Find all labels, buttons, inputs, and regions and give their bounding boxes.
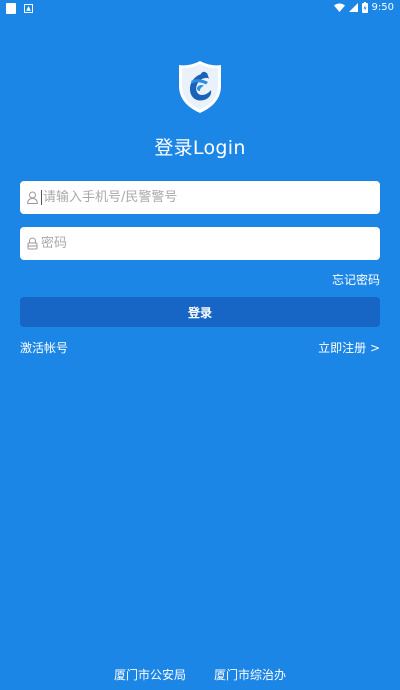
user-icon	[27, 191, 39, 205]
battery-charging-icon	[361, 2, 368, 13]
wifi-icon	[333, 3, 345, 12]
status-time: 9:50	[371, 2, 394, 13]
notification-icons: ▲	[6, 3, 33, 14]
username-field[interactable]	[20, 181, 380, 214]
password-field[interactable]	[20, 227, 380, 260]
footer-org-police: 厦门市公安局	[113, 668, 186, 682]
status-bar: ▲ 9:50	[0, 0, 400, 18]
lock-icon	[27, 237, 39, 251]
system-icons: 9:50	[333, 2, 394, 13]
forgot-password-link[interactable]: 忘记密码	[332, 271, 380, 288]
activate-account-link[interactable]: 激活帐号	[20, 339, 68, 356]
footer-org-office: 厦门市综治办	[214, 668, 287, 682]
text-cursor	[41, 190, 42, 205]
register-link[interactable]: 立即注册 >	[318, 339, 380, 356]
police-shield-logo-icon	[179, 61, 221, 113]
signal-icon	[348, 3, 358, 12]
password-input[interactable]	[41, 236, 361, 251]
username-input[interactable]	[43, 190, 363, 205]
footer: 厦门市公安局 厦门市综治办	[0, 666, 400, 683]
login-button[interactable]: 登录	[20, 297, 380, 327]
image-notification-icon: ▲	[24, 4, 33, 13]
notification-icon	[6, 3, 16, 14]
page-title: 登录Login	[154, 137, 246, 159]
